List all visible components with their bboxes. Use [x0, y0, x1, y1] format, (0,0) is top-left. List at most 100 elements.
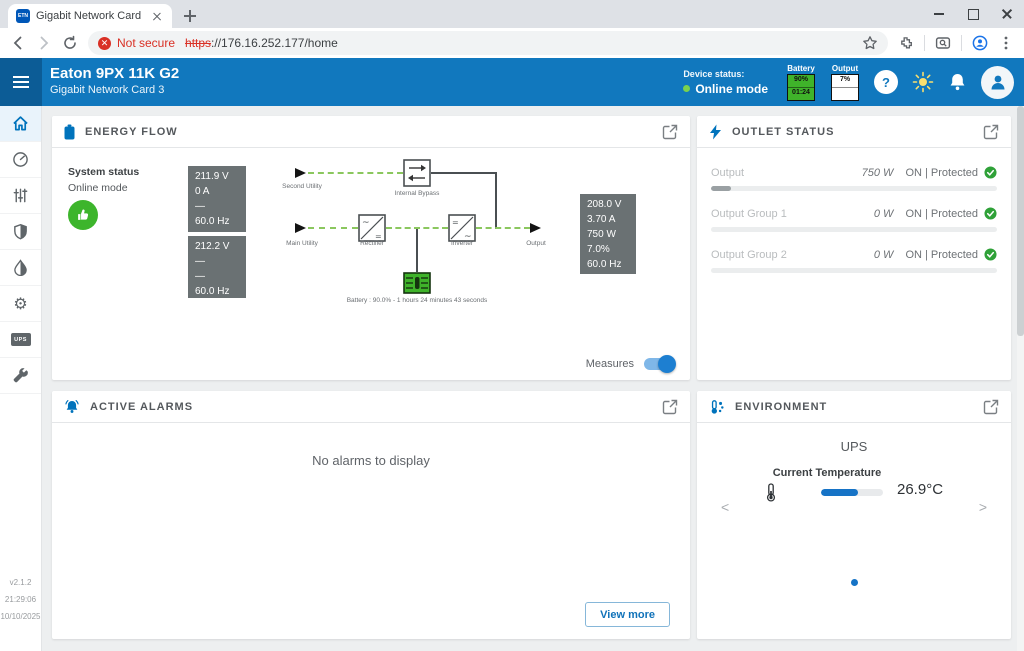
sidebar-item-ups[interactable]: UPS	[0, 322, 41, 358]
sidebar-item-home[interactable]	[0, 106, 41, 142]
outlet-state: ON | Protected	[905, 208, 978, 220]
active-alarms-header: ACTIVE ALARMS	[52, 391, 690, 423]
carousel-prev-icon[interactable]: <	[721, 499, 729, 515]
second-utility-label: Second Utility	[282, 183, 322, 190]
outlet-row-group1: Output Group 1 0 W ON | Protected	[711, 207, 997, 232]
utility1-measures-box: 211.9 V 0 A — 60.0 Hz	[188, 166, 246, 232]
protected-check-icon	[984, 166, 997, 179]
theme-sun-icon[interactable]	[912, 71, 934, 93]
gear-icon: ⚙	[13, 296, 27, 312]
notifications-bell-icon[interactable]	[948, 72, 967, 92]
browser-address-bar: ✕ Not secure https://176.16.252.177/home	[0, 28, 1024, 58]
measures-toggle-knob	[658, 355, 676, 373]
window-close-button[interactable]	[990, 0, 1024, 28]
output-gauge-icon: 7%	[831, 74, 859, 101]
temperature-bar-fill	[821, 489, 858, 496]
account-avatar-button[interactable]	[981, 66, 1014, 99]
measures-toggle[interactable]	[644, 358, 674, 370]
environment-body: UPS Current Temperature 26.9°C < >	[697, 423, 1011, 639]
view-more-button[interactable]: View more	[585, 602, 670, 627]
protected-check-icon	[984, 207, 997, 220]
output-measures-box: 208.0 V 3.70 A 750 W 7.0% 60.0 Hz	[580, 194, 636, 274]
account-person-icon	[988, 72, 1008, 92]
not-secure-icon[interactable]: ✕	[98, 37, 111, 50]
inverter-icon: = ~	[448, 214, 476, 242]
sidebar-item-meters[interactable]	[0, 142, 41, 178]
second-utility-arrow-icon	[295, 168, 306, 178]
help-button[interactable]: ?	[874, 70, 898, 94]
back-icon[interactable]	[10, 35, 26, 51]
outlet-load: 750 W	[862, 167, 894, 179]
shield-icon	[12, 223, 29, 240]
rectifier-label: Rectifier	[360, 240, 384, 247]
menu-hamburger-button[interactable]	[0, 58, 42, 106]
new-tab-button[interactable]	[182, 8, 198, 24]
sidebar-item-protection[interactable]	[0, 214, 41, 250]
url-omnibox[interactable]: ✕ Not secure https://176.16.252.177/home	[88, 31, 888, 55]
clock-time: 21:29:06	[0, 591, 41, 608]
tab-search-icon[interactable]	[935, 35, 951, 51]
environment-device-name: UPS	[697, 439, 1011, 454]
ups-icon: UPS	[11, 333, 31, 346]
firmware-version: v2.1.2	[0, 574, 41, 591]
output-gauge[interactable]: Output 7%	[830, 64, 860, 101]
internal-bypass-label: Internal Bypass	[395, 190, 440, 197]
lightning-panel-icon	[709, 124, 722, 140]
panel-title: ENERGY FLOW	[85, 126, 652, 138]
window-controls	[922, 0, 1024, 28]
flow-line-main-utility	[308, 227, 358, 229]
forward-icon[interactable]	[36, 35, 52, 51]
output-arrow-icon	[530, 223, 541, 233]
open-in-new-window-icon[interactable]	[662, 399, 678, 415]
bookmark-star-icon[interactable]	[862, 35, 878, 51]
page-title: Eaton 9PX 11K G2	[50, 65, 179, 82]
home-icon	[12, 115, 29, 132]
battery-gauge[interactable]: Battery 90% 01:24	[786, 64, 816, 101]
url-text[interactable]: https://176.16.252.177/home	[185, 36, 338, 50]
alarm-bell-panel-icon	[64, 399, 80, 415]
refresh-icon[interactable]	[62, 35, 78, 51]
outlet-load-fill	[711, 186, 731, 191]
environment-header: ENVIRONMENT	[697, 391, 1011, 423]
system-ok-thumbs-up-icon	[68, 200, 98, 230]
scrollbar-thumb[interactable]	[1017, 106, 1024, 336]
url-scheme: https	[185, 36, 211, 50]
browser-menu-icon[interactable]	[998, 35, 1014, 51]
window-minimize-button[interactable]	[922, 0, 956, 28]
sidebar-item-maintenance[interactable]	[0, 358, 41, 394]
outlet-label: Output Group 1	[711, 208, 868, 220]
sidebar-item-controls[interactable]	[0, 178, 41, 214]
clock-date: 10/10/2025	[0, 608, 41, 625]
browser-profile-icon[interactable]	[972, 35, 988, 51]
sidebar-item-settings[interactable]: ⚙	[0, 286, 41, 322]
tab-close-icon[interactable]	[150, 9, 164, 23]
temperature-value: 26.9°C	[897, 481, 943, 498]
extensions-icon[interactable]	[898, 35, 914, 51]
bypass-output-line	[431, 172, 497, 174]
carousel-dot-indicator[interactable]	[851, 579, 858, 586]
outlet-load-bar	[711, 268, 997, 273]
flow-line-second-utility	[308, 172, 403, 174]
system-status-label: System status	[68, 166, 139, 178]
temperature-metric-label: Current Temperature	[737, 467, 917, 479]
battery-node-icon	[403, 272, 431, 294]
browser-tab-bar: ETN Gigabit Network Card 3	[0, 0, 1024, 28]
panel-title: ACTIVE ALARMS	[90, 401, 652, 413]
browser-tab[interactable]: ETN Gigabit Network Card 3	[8, 4, 172, 28]
measures-toggle-label: Measures	[586, 358, 634, 370]
output-label: Output	[526, 240, 546, 247]
window-maximize-button[interactable]	[956, 0, 990, 28]
open-in-new-window-icon[interactable]	[662, 124, 678, 140]
sidebar-item-environment[interactable]	[0, 250, 41, 286]
battery-gauge-label: Battery	[787, 64, 815, 73]
open-in-new-window-icon[interactable]	[983, 399, 999, 415]
device-status-value: Online mode	[695, 82, 768, 96]
carousel-next-icon[interactable]: >	[979, 499, 987, 515]
utility2-measures-box: 212.2 V — — 60.0 Hz	[188, 236, 246, 298]
system-status-value: Online mode	[68, 182, 128, 194]
open-in-new-window-icon[interactable]	[983, 124, 999, 140]
not-secure-label[interactable]: Not secure	[117, 36, 175, 50]
energy-flow-body: System status Online mode 211.9 V 0 A — …	[52, 148, 690, 380]
app-title-block: Eaton 9PX 11K G2 Gigabit Network Card 3	[50, 65, 179, 96]
firmware-version-block: v2.1.2 21:29:06 10/10/2025	[0, 574, 41, 625]
